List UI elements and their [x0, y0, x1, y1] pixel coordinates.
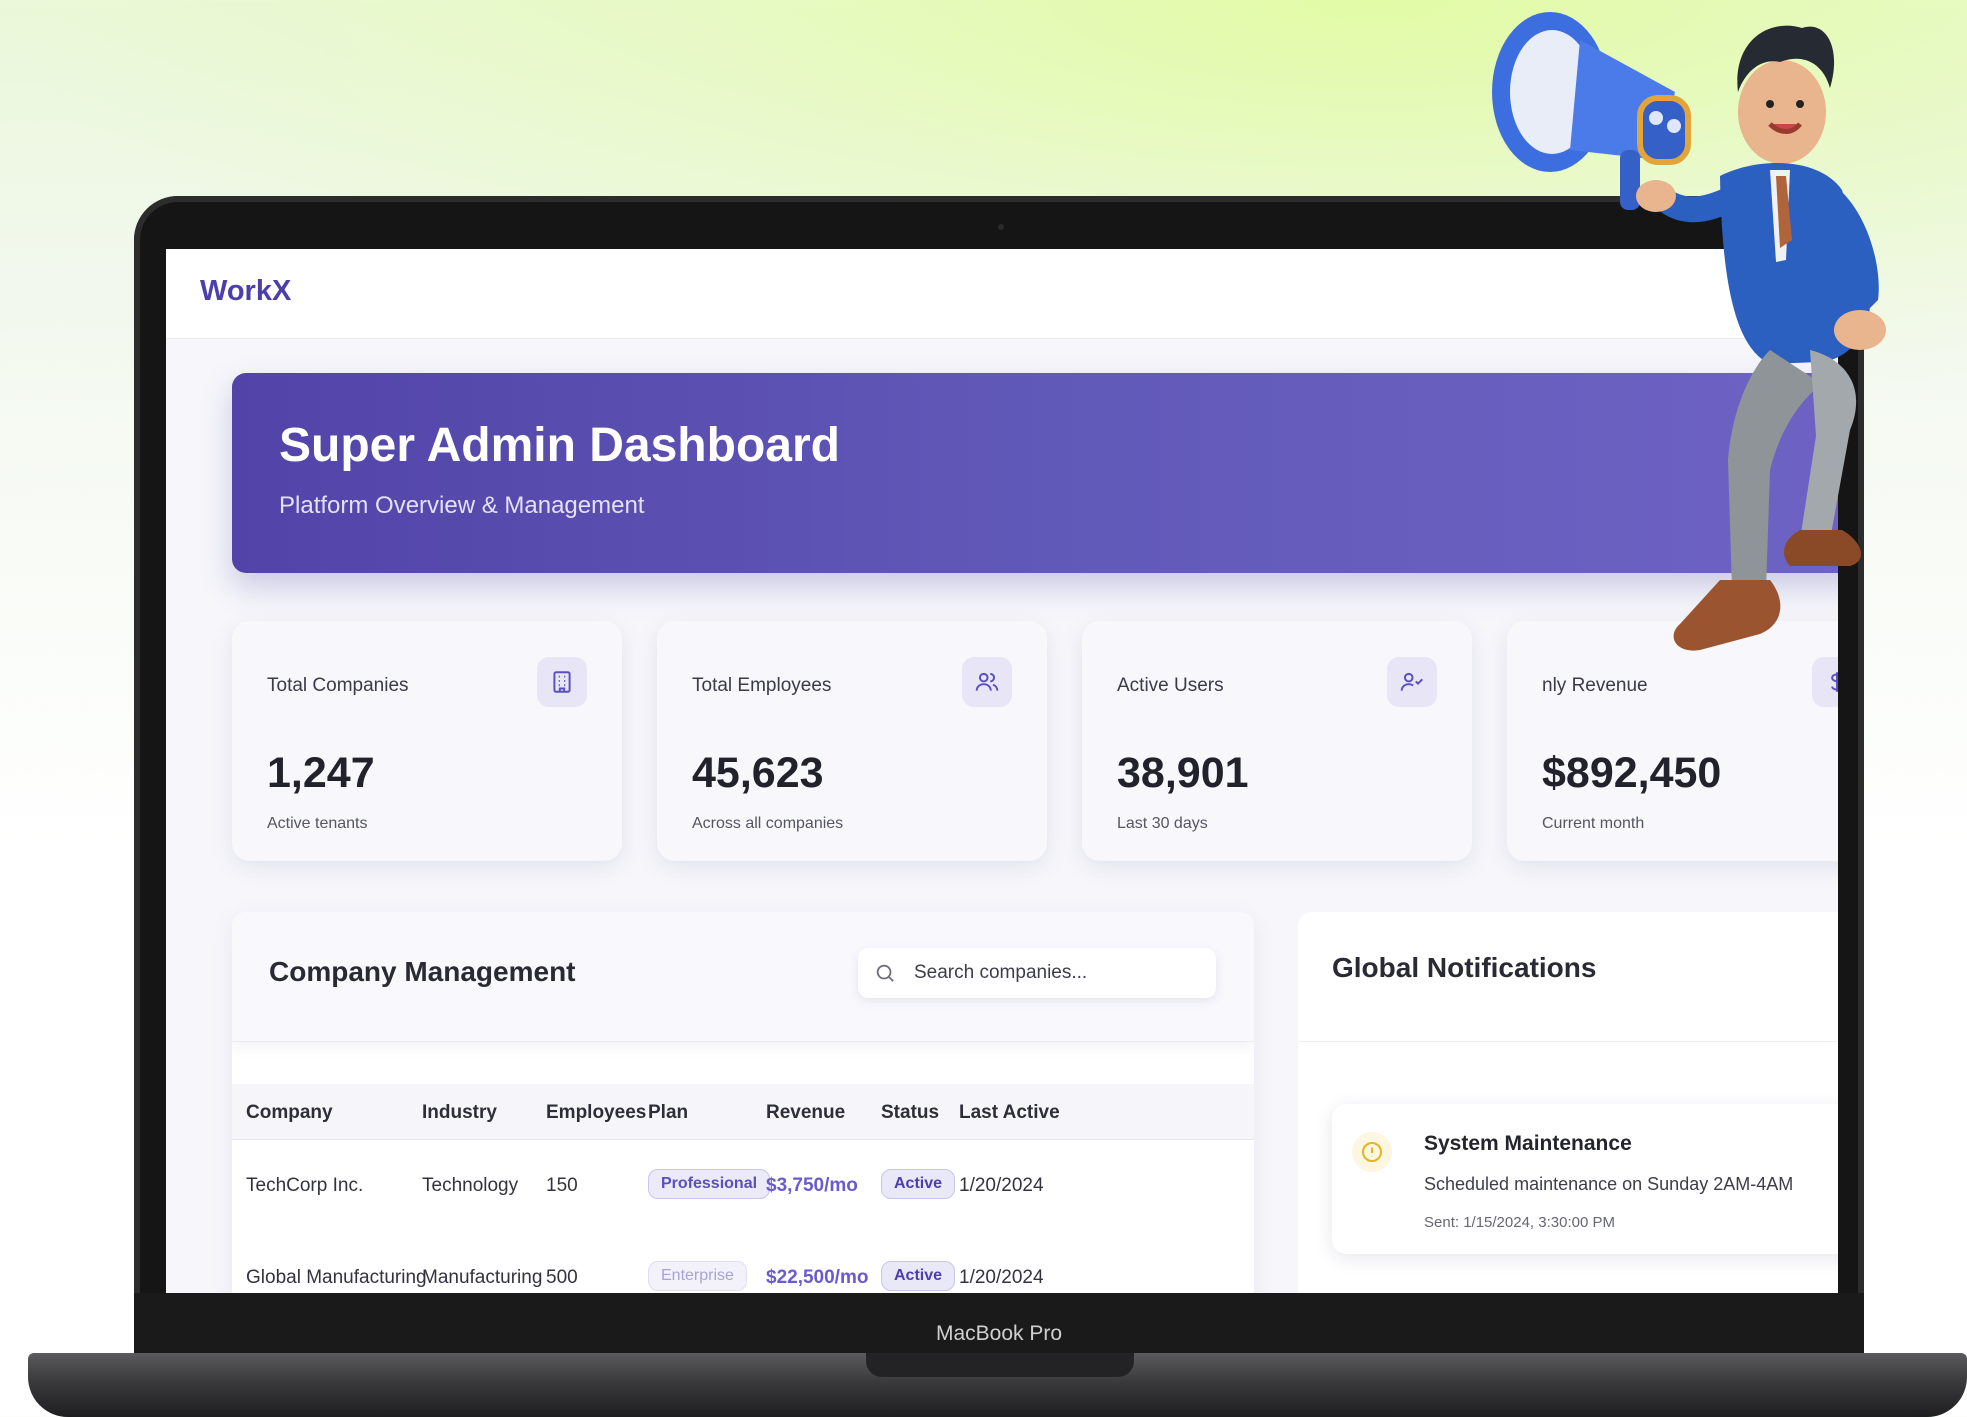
camera-dot: [998, 224, 1004, 230]
stat-note: Current month: [1542, 815, 1645, 832]
building-icon: [537, 657, 587, 707]
search-input[interactable]: [914, 948, 1204, 998]
page-title: Super Admin Dashboard: [279, 419, 840, 472]
table-row[interactable]: Global Manufacturing Manufacturing 500 E…: [232, 1239, 1254, 1293]
search-box[interactable]: [858, 948, 1216, 998]
stat-card-employees: Total Employees 45,623 Across all compan…: [657, 621, 1047, 861]
cell-company: TechCorp Inc.: [246, 1175, 364, 1196]
panel-title: Global Notifications: [1332, 952, 1597, 983]
status-badge: Active: [881, 1261, 956, 1291]
laptop-notch: [866, 1353, 1134, 1377]
column-header-status[interactable]: Status: [881, 1102, 939, 1124]
stat-value: 38,901: [1117, 749, 1249, 797]
global-notifications-panel: Global Notifications System Maintenance …: [1298, 912, 1838, 1293]
stat-note: Active tenants: [267, 815, 368, 832]
search-icon: [874, 962, 896, 989]
column-header-employees[interactable]: Employees: [546, 1102, 646, 1124]
status-badge: Active: [881, 1169, 956, 1199]
column-header-industry[interactable]: Industry: [422, 1102, 497, 1124]
notification-body: Scheduled maintenance on Sunday 2AM-4AM: [1424, 1174, 1794, 1194]
notification-sent-time: Sent: 1/15/2024, 3:30:00 PM: [1424, 1214, 1615, 1231]
cell-industry: Technology: [422, 1175, 519, 1196]
stat-label: Total Employees: [692, 675, 832, 696]
stat-card-active-users: Active Users 38,901 Last 30 days: [1082, 621, 1472, 861]
page-subtitle: Platform Overview & Management: [279, 492, 645, 519]
panel-header: Company Management: [232, 912, 1254, 1042]
stat-card-companies: Total Companies 1,247 Active tenants: [232, 621, 622, 861]
cell-company: Global Manufacturing: [246, 1267, 427, 1288]
panel-header: Global Notifications: [1298, 912, 1838, 1042]
alert-circle-icon: [1352, 1132, 1392, 1172]
users-icon: [962, 657, 1012, 707]
cell-employees: 150: [546, 1175, 578, 1196]
notification-title: System Maintenance: [1424, 1132, 1632, 1155]
stat-note: Last 30 days: [1117, 815, 1208, 832]
notification-card[interactable]: System Maintenance Scheduled maintenance…: [1332, 1104, 1838, 1254]
column-header-company[interactable]: Company: [246, 1102, 333, 1124]
mascot-illustration: [1492, 12, 1886, 651]
cell-revenue: $22,500/mo: [766, 1267, 869, 1288]
cell-last-active: 1/20/2024: [959, 1175, 1044, 1196]
stat-label: Total Companies: [267, 675, 409, 696]
table-row[interactable]: TechCorp Inc. Technology 150 Professiona…: [232, 1147, 1254, 1227]
cell-industry: Manufacturing: [422, 1267, 543, 1288]
stat-value: 1,247: [267, 749, 375, 797]
stat-note: Across all companies: [692, 815, 844, 832]
column-header-plan[interactable]: Plan: [648, 1102, 688, 1124]
cell-revenue: $3,750/mo: [766, 1175, 858, 1196]
device-label: MacBook Pro: [935, 1322, 1063, 1345]
table-header: Company Industry Employees Plan Revenue …: [232, 1084, 1254, 1140]
plan-badge: Professional: [648, 1169, 771, 1199]
panel-title: Company Management: [269, 956, 576, 987]
stat-value: 45,623: [692, 749, 824, 797]
brand-logo[interactable]: WorkX: [200, 275, 291, 308]
column-header-revenue[interactable]: Revenue: [766, 1102, 845, 1124]
company-management-panel: Company Management Company Industry Empl…: [232, 912, 1254, 1293]
cell-employees: 500: [546, 1267, 578, 1288]
stat-label: Active Users: [1117, 675, 1224, 696]
cell-last-active: 1/20/2024: [959, 1267, 1044, 1288]
stat-value: $892,450: [1542, 749, 1722, 797]
user-check-icon: [1387, 657, 1437, 707]
column-header-last-active[interactable]: Last Active: [959, 1102, 1060, 1124]
plan-badge: Enterprise: [648, 1261, 747, 1291]
